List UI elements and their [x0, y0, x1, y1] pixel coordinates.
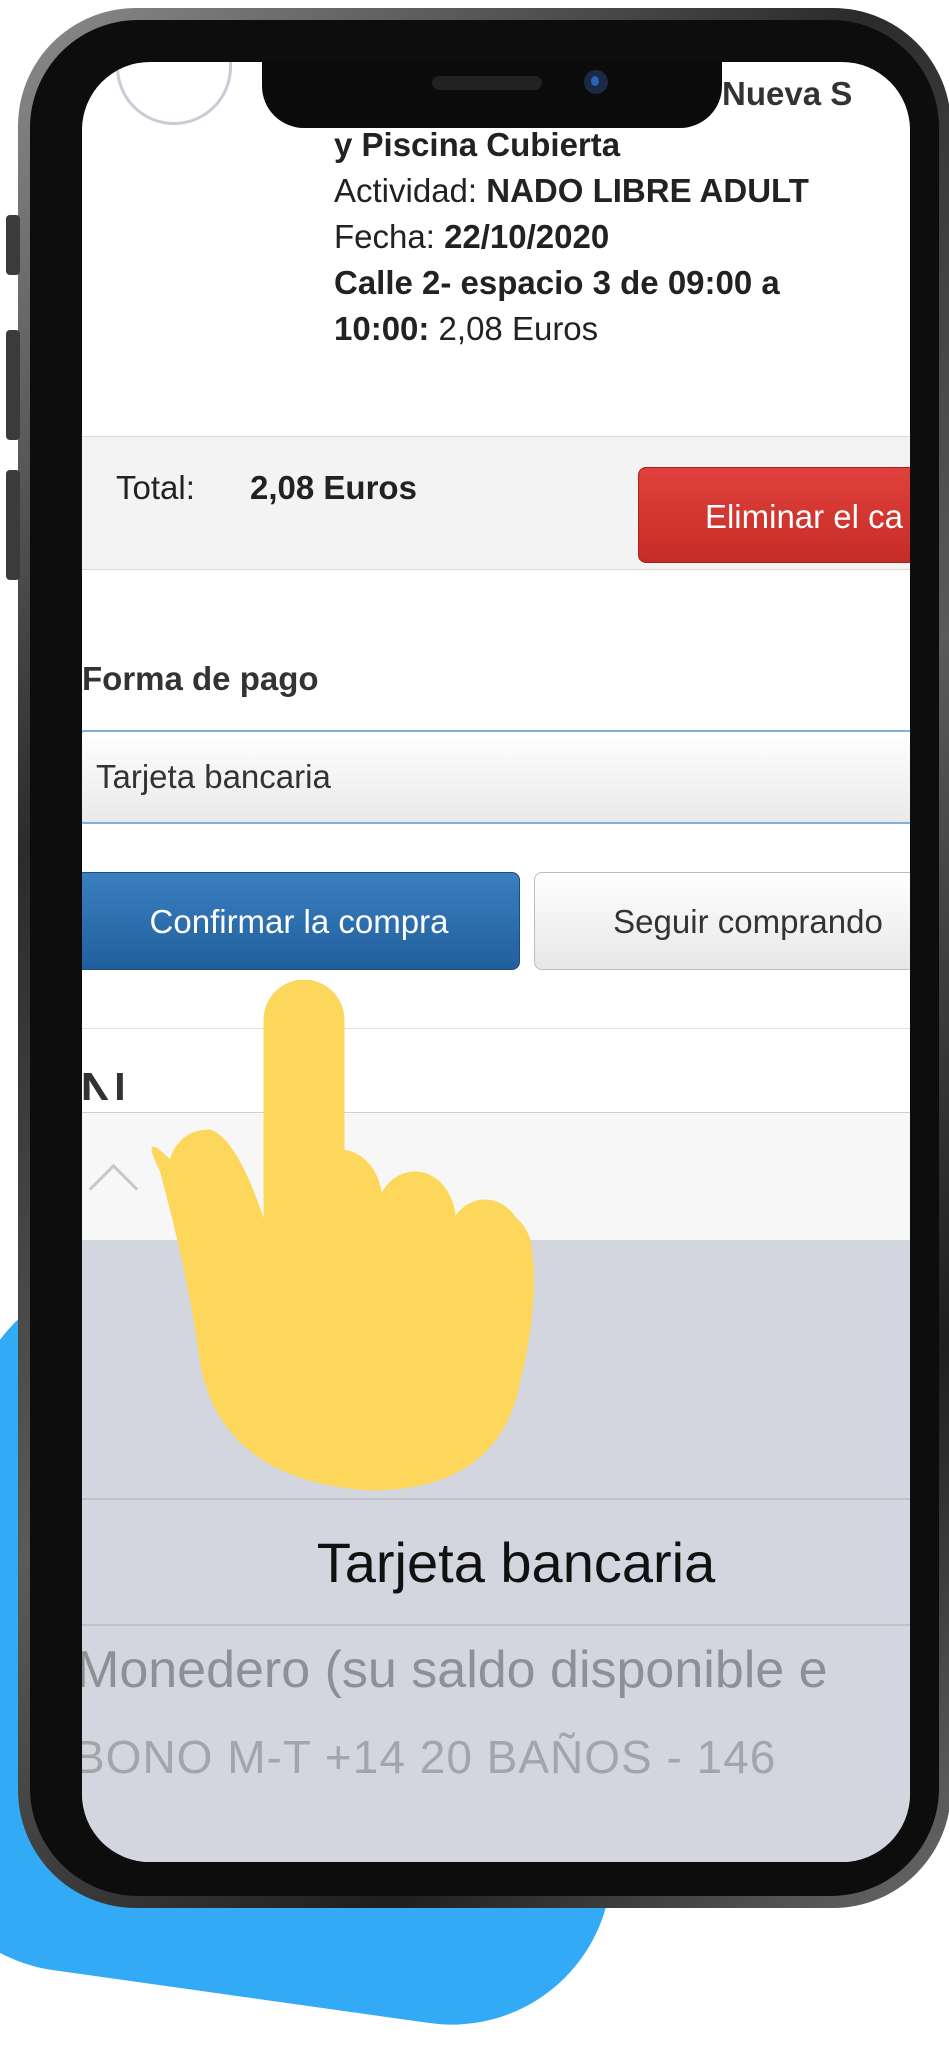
date-value: 22/10/2020	[444, 218, 610, 255]
picker-option[interactable]: BONO M-T +14 20 BAÑOS - 146	[82, 1730, 776, 1784]
payment-method-select[interactable]: Tarjeta bancaria	[82, 730, 910, 824]
phone-notch	[262, 62, 722, 128]
phone-screen: Nueva S y Piscina Cubierta Actividad: NA…	[82, 62, 910, 1862]
picker-option-selected[interactable]: Tarjeta bancaria	[82, 1530, 910, 1595]
picker-option[interactable]: Monedero (su saldo disponible e	[82, 1640, 828, 1700]
slot-line: Calle 2- espacio 3 de 09:00 a	[334, 264, 780, 301]
date-line: Fecha: 22/10/2020	[334, 214, 910, 260]
slot-price: 2,08 Euros	[429, 310, 599, 347]
continue-shopping-button[interactable]: Seguir comprando	[534, 872, 910, 970]
confirm-purchase-button[interactable]: Confirmar la compra	[82, 872, 520, 970]
payment-method-label: Forma de pago	[82, 660, 319, 697]
empty-cart-button[interactable]: Eliminar el ca	[638, 467, 910, 563]
phone-volume-down	[6, 470, 20, 580]
partial-heading: N	[82, 1062, 129, 1100]
facility-name-fragment: Nueva S	[722, 75, 853, 112]
speaker-grille	[432, 76, 542, 90]
facility-name-line: y Piscina Cubierta	[334, 126, 621, 163]
picker-selection-bottom-line	[82, 1624, 910, 1626]
cart-total-bar: Total: 2,08 Euros Eliminar el ca	[82, 436, 910, 570]
activity-line: Actividad: NADO LIBRE ADULT	[334, 168, 910, 214]
total-label: Total:	[116, 469, 195, 506]
chevron-up-icon[interactable]	[88, 1163, 139, 1214]
activity-value: NADO LIBRE ADULT	[486, 172, 809, 209]
pointing-hand-icon	[151, 980, 534, 1491]
facility-logo	[116, 62, 232, 125]
activity-label: Actividad:	[334, 172, 487, 209]
front-camera-icon	[584, 70, 608, 94]
phone-volume-up	[6, 330, 20, 440]
phone-silent-switch	[6, 215, 20, 275]
total-value: 2,08 Euros	[250, 469, 417, 506]
slot-time-end: 10:00:	[334, 310, 430, 347]
date-label: Fecha:	[334, 218, 445, 255]
slot-price-line: 10:00: 2,08 Euros	[334, 306, 910, 352]
booking-details: y Piscina Cubierta Actividad: NADO LIBRE…	[334, 122, 910, 352]
